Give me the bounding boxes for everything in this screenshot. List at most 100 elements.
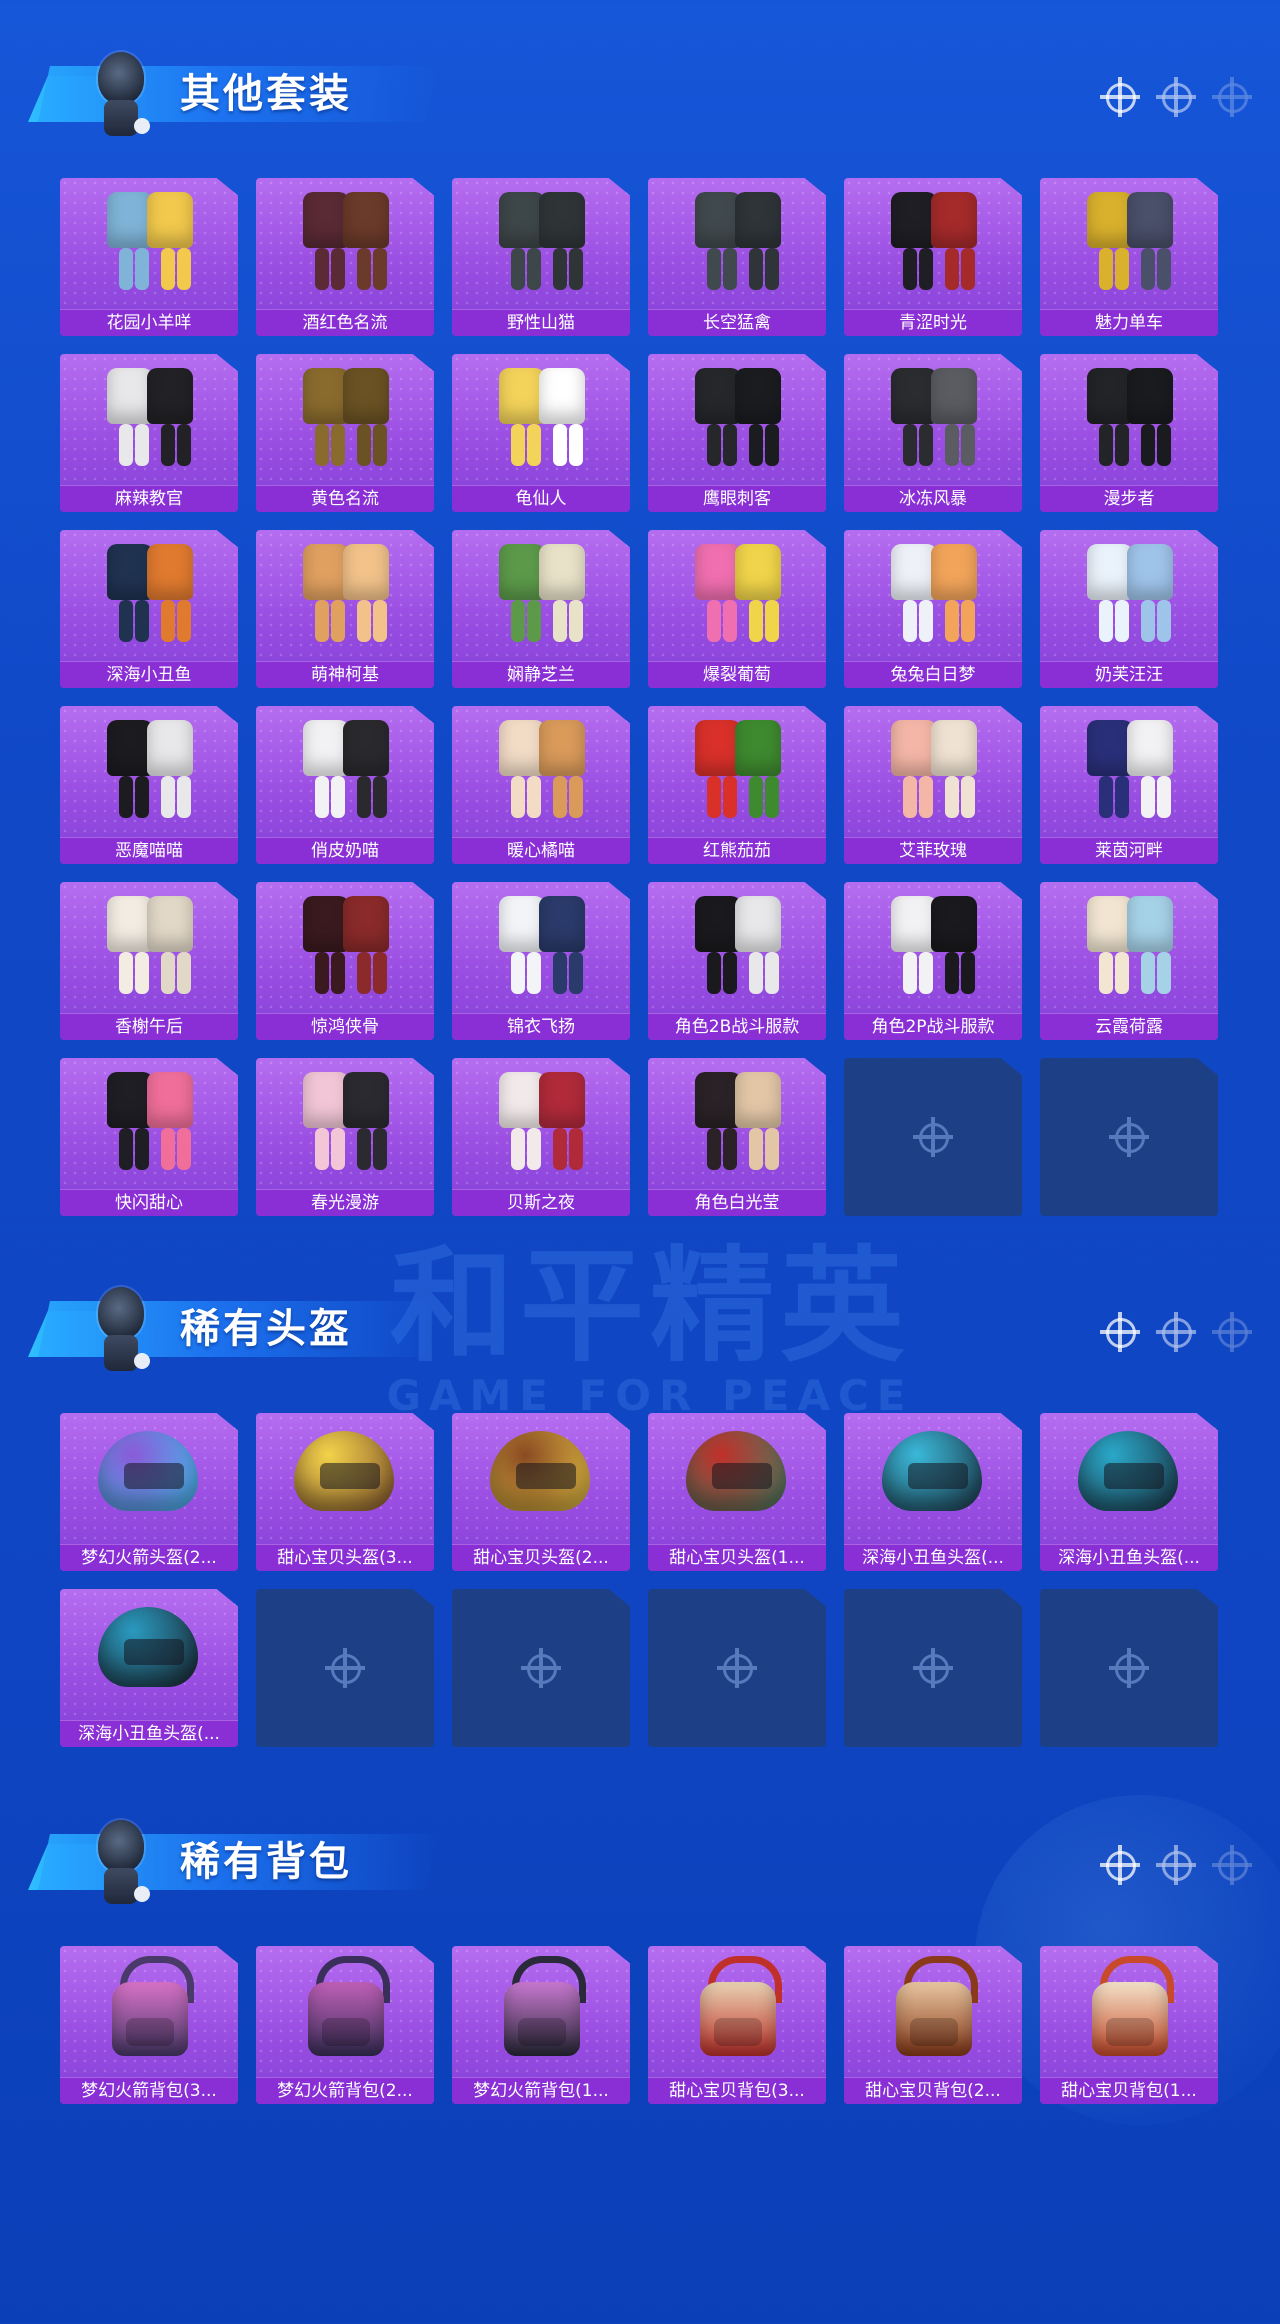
item-card[interactable]: 甜心宝贝背包(2... <box>844 1946 1022 2104</box>
item-card[interactable]: 春光漫游 <box>256 1058 434 1216</box>
item-name: 红熊茄茄 <box>648 837 826 864</box>
empty-slot <box>844 1589 1022 1747</box>
watermark-logo: 和平精英 GAME FOR PEACE <box>386 1235 914 1420</box>
item-card[interactable]: 深海小丑鱼头盔(... <box>60 1589 238 1747</box>
item-card[interactable]: 漫步者 <box>1040 354 1218 512</box>
item-card[interactable]: 香榭午后 <box>60 882 238 1040</box>
item-card[interactable]: 酒红色名流 <box>256 178 434 336</box>
item-name: 梦幻火箭背包(3... <box>60 2077 238 2104</box>
empty-slot <box>1040 1589 1218 1747</box>
crosshair-icon <box>1100 77 1140 117</box>
item-card[interactable]: 冰冻风暴 <box>844 354 1022 512</box>
item-name: 恶魔喵喵 <box>60 837 238 864</box>
item-card[interactable]: 娴静芝兰 <box>452 530 630 688</box>
crosshair-icon <box>1100 1845 1140 1885</box>
item-name: 艾菲玫瑰 <box>844 837 1022 864</box>
item-card[interactable]: 青涩时光 <box>844 178 1022 336</box>
item-name: 角色白光莹 <box>648 1189 826 1216</box>
outfit-image <box>89 716 209 826</box>
item-card[interactable]: 麻辣教官 <box>60 354 238 512</box>
item-name: 娴静芝兰 <box>452 661 630 688</box>
item-card[interactable]: 贝斯之夜 <box>452 1058 630 1216</box>
section-title: 稀有背包 <box>180 1839 352 1885</box>
section-title: 其他套装 <box>180 71 352 117</box>
item-card[interactable]: 暖心橘喵 <box>452 706 630 864</box>
item-name: 春光漫游 <box>256 1189 434 1216</box>
outfit-image <box>677 1068 797 1178</box>
outfit-image <box>89 892 209 1002</box>
item-card[interactable]: 梦幻火箭背包(1... <box>452 1946 630 2104</box>
item-card[interactable]: 梦幻火箭头盔(2... <box>60 1413 238 1571</box>
crosshair-icon <box>1212 1312 1252 1352</box>
item-name: 梦幻火箭背包(1... <box>452 2077 630 2104</box>
backpack-image <box>886 1956 982 2060</box>
section-header: 稀有头盔 <box>28 1275 448 1385</box>
item-card[interactable]: 梦幻火箭背包(2... <box>256 1946 434 2104</box>
helmet-image <box>290 1427 400 1523</box>
item-card[interactable]: 云霞荷露 <box>1040 882 1218 1040</box>
item-name: 冰冻风暴 <box>844 485 1022 512</box>
item-card[interactable]: 甜心宝贝头盔(2... <box>452 1413 630 1571</box>
crosshair-icon <box>1109 1648 1149 1688</box>
item-name: 奶芙汪汪 <box>1040 661 1218 688</box>
item-name: 野性山猫 <box>452 309 630 336</box>
item-card[interactable]: 深海小丑鱼头盔(... <box>844 1413 1022 1571</box>
item-card[interactable]: 深海小丑鱼 <box>60 530 238 688</box>
item-card[interactable]: 爆裂葡萄 <box>648 530 826 688</box>
crosshair-icon <box>913 1648 953 1688</box>
item-name: 锦衣飞扬 <box>452 1013 630 1040</box>
outfit-image <box>285 364 405 474</box>
empty-slot <box>452 1589 630 1747</box>
outfit-image <box>1069 892 1189 1002</box>
item-card[interactable]: 恶魔喵喵 <box>60 706 238 864</box>
item-card[interactable]: 甜心宝贝头盔(1... <box>648 1413 826 1571</box>
item-card[interactable]: 萌神柯基 <box>256 530 434 688</box>
crosshair-icon <box>521 1648 561 1688</box>
item-name: 麻辣教官 <box>60 485 238 512</box>
item-card[interactable]: 角色白光莹 <box>648 1058 826 1216</box>
outfit-image <box>873 716 993 826</box>
item-card[interactable]: 快闪甜心 <box>60 1058 238 1216</box>
item-card[interactable]: 角色2B战斗服款 <box>648 882 826 1040</box>
item-card[interactable]: 花园小羊咩 <box>60 178 238 336</box>
outfit-image <box>677 364 797 474</box>
item-card[interactable]: 梦幻火箭背包(3... <box>60 1946 238 2104</box>
outfit-image <box>677 716 797 826</box>
item-card[interactable]: 兔兔白日梦 <box>844 530 1022 688</box>
section-header: 稀有背包 <box>28 1808 448 1918</box>
helmet-image <box>94 1603 204 1699</box>
outfit-image <box>481 892 601 1002</box>
outfit-image <box>285 188 405 298</box>
item-card[interactable]: 角色2P战斗服款 <box>844 882 1022 1040</box>
item-card[interactable]: 深海小丑鱼头盔(... <box>1040 1413 1218 1571</box>
item-card[interactable]: 龟仙人 <box>452 354 630 512</box>
outfit-image <box>481 540 601 650</box>
outfit-image <box>481 1068 601 1178</box>
empty-slot <box>1040 1058 1218 1216</box>
item-name: 深海小丑鱼头盔(... <box>1040 1544 1218 1571</box>
item-card[interactable]: 魅力单车 <box>1040 178 1218 336</box>
item-name: 梦幻火箭头盔(2... <box>60 1544 238 1571</box>
item-card[interactable]: 鹰眼刺客 <box>648 354 826 512</box>
item-card[interactable]: 甜心宝贝背包(1... <box>1040 1946 1218 2104</box>
item-card[interactable]: 长空猛禽 <box>648 178 826 336</box>
empty-slot <box>256 1589 434 1747</box>
outfit-image <box>89 188 209 298</box>
item-card[interactable]: 黄色名流 <box>256 354 434 512</box>
outfit-image <box>873 188 993 298</box>
item-card[interactable]: 惊鸿侠骨 <box>256 882 434 1040</box>
item-card[interactable]: 俏皮奶喵 <box>256 706 434 864</box>
outfit-image <box>285 892 405 1002</box>
outfit-image <box>873 892 993 1002</box>
item-card[interactable]: 奶芙汪汪 <box>1040 530 1218 688</box>
helmet-image <box>878 1427 988 1523</box>
item-card[interactable]: 锦衣飞扬 <box>452 882 630 1040</box>
item-card[interactable]: 莱茵河畔 <box>1040 706 1218 864</box>
item-card[interactable]: 红熊茄茄 <box>648 706 826 864</box>
outfit-image <box>89 1068 209 1178</box>
item-card[interactable]: 艾菲玫瑰 <box>844 706 1022 864</box>
crosshair-decoration <box>1100 1840 1252 1890</box>
item-card[interactable]: 甜心宝贝背包(3... <box>648 1946 826 2104</box>
item-card[interactable]: 甜心宝贝头盔(3... <box>256 1413 434 1571</box>
item-card[interactable]: 野性山猫 <box>452 178 630 336</box>
